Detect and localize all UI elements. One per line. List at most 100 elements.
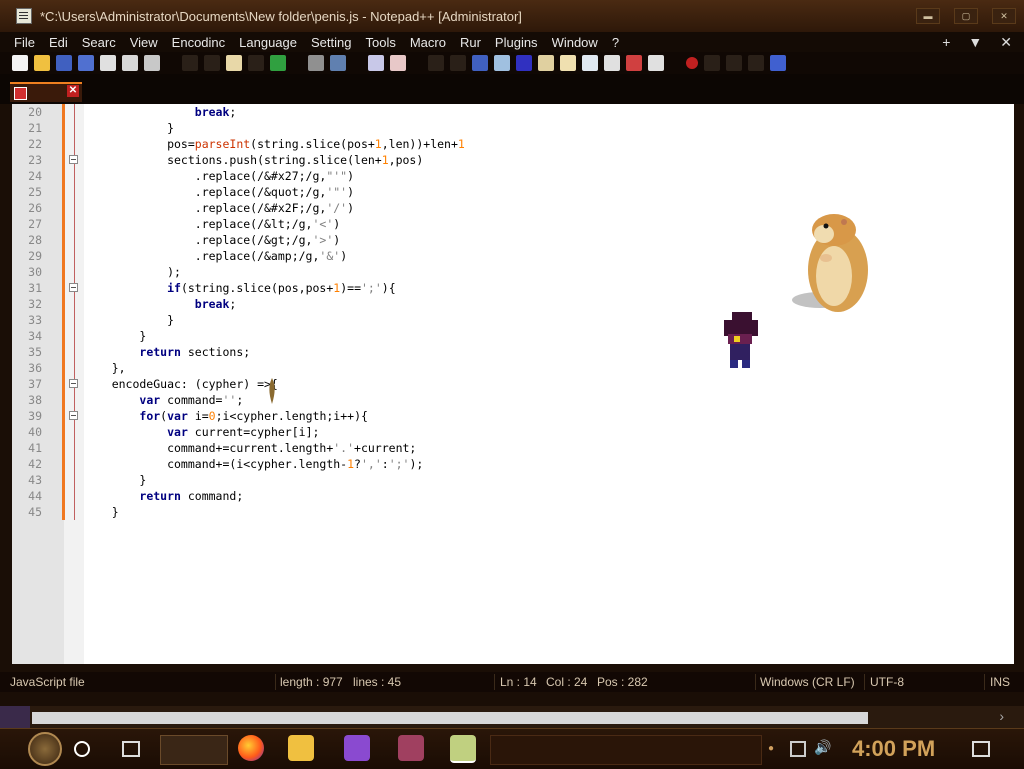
minimize-button[interactable]: ▬ — [916, 8, 940, 24]
code-line[interactable]: 35 return sections; — [12, 344, 1014, 360]
sync-vertical-icon[interactable] — [428, 55, 444, 71]
code-line[interactable]: 36 }, — [12, 360, 1014, 376]
horizontal-scrollbar[interactable]: › — [0, 706, 1024, 728]
code-line[interactable]: 45 } — [12, 504, 1014, 520]
code-editor[interactable]: 20 break; 21 } 22 pos=parseInt(string.slic… — [12, 104, 1014, 664]
indent-guide-icon[interactable] — [516, 55, 532, 71]
menu-file[interactable]: File — [14, 35, 35, 50]
save-all-icon[interactable] — [78, 55, 94, 71]
close-all-icon[interactable] — [122, 55, 138, 71]
close-file-icon[interactable] — [100, 55, 116, 71]
fold-toggle-icon[interactable] — [69, 411, 78, 420]
menu-help[interactable]: ? — [612, 35, 619, 50]
play-macro-icon[interactable] — [726, 55, 742, 71]
code-line[interactable]: 22 pos=parseInt(string.slice(pos+1,len))… — [12, 136, 1014, 152]
show-all-characters-icon[interactable] — [494, 55, 510, 71]
word-wrap-icon[interactable] — [472, 55, 488, 71]
close-button[interactable]: ✕ — [992, 8, 1016, 24]
code-line[interactable]: 42 command+=(i<cypher.length-1?',':';'); — [12, 456, 1014, 472]
zoom-out-icon[interactable] — [390, 55, 406, 71]
code-line[interactable]: 20 break; — [12, 104, 1014, 120]
eye-icon[interactable] — [648, 55, 664, 71]
new-tab-plus-icon[interactable]: + — [942, 32, 950, 52]
code-line[interactable]: 25 .replace(/&quot;/g,'"') — [12, 184, 1014, 200]
pixel-character-sprite[interactable] — [718, 312, 762, 370]
status-eol-format[interactable]: Windows (CR LF) — [760, 672, 855, 692]
record-macro-icon[interactable] — [686, 57, 698, 69]
code-line[interactable]: 23 sections.push(string.slice(len+1,pos) — [12, 152, 1014, 168]
fold-toggle-icon[interactable] — [69, 283, 78, 292]
scrollbar-thumb[interactable] — [32, 712, 868, 724]
menu-tools[interactable]: Tools — [365, 35, 395, 50]
notification-center-icon[interactable] — [972, 741, 990, 757]
cortana-icon[interactable] — [74, 741, 90, 757]
fold-toggle-icon[interactable] — [69, 155, 78, 164]
start-button[interactable] — [28, 732, 62, 766]
tab-list-dropdown-icon[interactable]: ▼ — [968, 32, 982, 52]
firefox-icon[interactable] — [238, 735, 264, 761]
copy-icon[interactable] — [204, 55, 220, 71]
document-map-icon[interactable] — [560, 55, 576, 71]
taskbar-search-box[interactable] — [160, 735, 228, 765]
play-multiple-icon[interactable] — [748, 55, 764, 71]
print-icon[interactable] — [144, 55, 160, 71]
zoom-in-icon[interactable] — [368, 55, 384, 71]
fold-toggle-icon[interactable] — [69, 379, 78, 388]
sync-horizontal-icon[interactable] — [450, 55, 466, 71]
menu-plugins[interactable]: Plugins — [495, 35, 538, 50]
network-icon[interactable] — [790, 741, 806, 757]
maximize-button[interactable]: ▢ — [954, 8, 978, 24]
open-file-icon[interactable] — [34, 55, 50, 71]
code-line[interactable]: 34 } — [12, 328, 1014, 344]
language-define-icon[interactable] — [538, 55, 554, 71]
file-explorer-icon[interactable] — [288, 735, 314, 761]
title-bar[interactable]: *C:\Users\Administrator\Documents\New fo… — [0, 0, 1024, 32]
code-line[interactable]: 43 } — [12, 472, 1014, 488]
undo-icon[interactable] — [248, 55, 264, 71]
visual-studio-icon[interactable] — [344, 735, 370, 761]
redo-icon[interactable] — [270, 55, 286, 71]
menu-run[interactable]: Rur — [460, 35, 481, 50]
menu-settings[interactable]: Setting — [311, 35, 351, 50]
menu-window[interactable]: Window — [552, 35, 598, 50]
menu-macro[interactable]: Macro — [410, 35, 446, 50]
code-line[interactable]: 24 .replace(/&#x27;/g,"'") — [12, 168, 1014, 184]
find-icon[interactable] — [308, 55, 324, 71]
code-line[interactable]: 21 } — [12, 120, 1014, 136]
close-document-icon[interactable]: ✕ — [1000, 32, 1012, 52]
folder-workspace-icon[interactable] — [604, 55, 620, 71]
replace-icon[interactable] — [330, 55, 346, 71]
game-character-icon[interactable] — [398, 735, 424, 761]
code-text: .replace(/&quot;/g,'"') — [84, 185, 355, 199]
code-line[interactable]: 39 for(var i=0;i<cypher.length;i++){ — [12, 408, 1014, 424]
status-encoding[interactable]: UTF-8 — [870, 672, 904, 692]
tray-chevron-icon[interactable]: ● — [768, 743, 784, 759]
task-view-icon[interactable] — [122, 741, 140, 757]
menu-encoding[interactable]: Encodinc — [172, 35, 225, 50]
taskbar-clock[interactable]: 4:00 PM — [852, 735, 935, 763]
menu-language[interactable]: Language — [239, 35, 297, 50]
cut-icon[interactable] — [182, 55, 198, 71]
new-file-icon[interactable] — [12, 55, 28, 71]
function-list-icon[interactable] — [582, 55, 598, 71]
code-line[interactable]: 40 var current=cypher[i]; — [12, 424, 1014, 440]
monitoring-icon[interactable] — [626, 55, 642, 71]
code-line[interactable]: 38 var command=''; — [12, 392, 1014, 408]
menu-search[interactable]: Searc — [82, 35, 116, 50]
code-line[interactable]: 37 encodeGuac: (cypher) =>{ — [12, 376, 1014, 392]
paste-icon[interactable] — [226, 55, 242, 71]
code-line[interactable]: 41 command+=current.length+'.'+current; — [12, 440, 1014, 456]
notepad-plus-plus-icon[interactable] — [450, 735, 476, 763]
status-insert-mode[interactable]: INS — [990, 672, 1010, 692]
tab-penis-js[interactable]: ✕ — [10, 82, 82, 102]
stop-macro-icon[interactable] — [704, 55, 720, 71]
menu-edit[interactable]: Edi — [49, 35, 68, 50]
save-macro-icon[interactable] — [770, 55, 786, 71]
menu-view[interactable]: View — [130, 35, 158, 50]
hamster-pet-image[interactable] — [790, 208, 880, 318]
scroll-right-arrow-icon[interactable]: › — [999, 708, 1004, 724]
volume-icon[interactable]: 🔊 — [814, 739, 831, 755]
code-line[interactable]: 44 return command; — [12, 488, 1014, 504]
tab-close-icon[interactable]: ✕ — [67, 85, 79, 97]
save-icon[interactable] — [56, 55, 72, 71]
